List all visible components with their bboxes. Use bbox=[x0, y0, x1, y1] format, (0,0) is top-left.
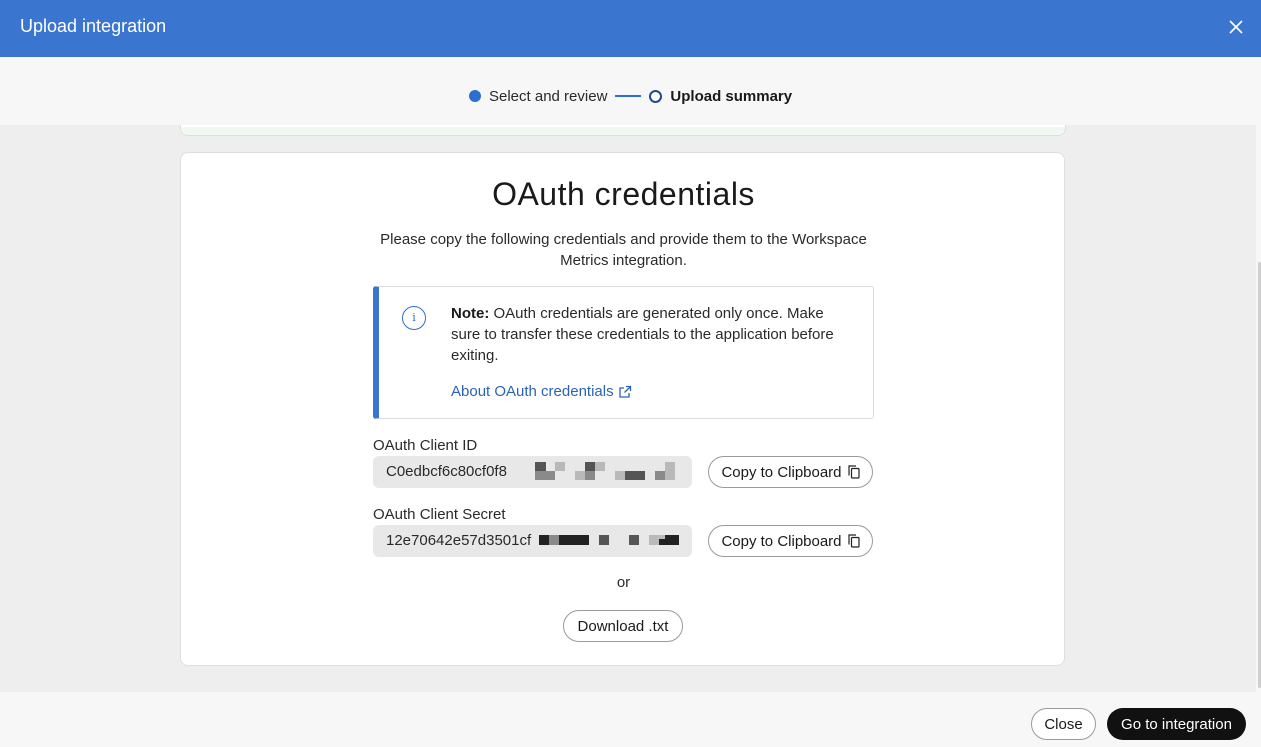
or-separator: or bbox=[616, 574, 631, 591]
step-connector bbox=[615, 95, 642, 97]
external-link-icon bbox=[618, 385, 631, 398]
client-secret-label: OAuth Client Secret bbox=[373, 506, 506, 523]
about-oauth-link[interactable]: About OAuth credentials bbox=[451, 383, 632, 400]
card-description: Please copy the following credentials an… bbox=[380, 231, 867, 269]
copy-client-id-button[interactable]: Copy to Clipboard bbox=[708, 456, 873, 488]
about-oauth-link-label: About OAuth credentials bbox=[451, 383, 614, 400]
stepper-bar: Select and review Upload summary bbox=[0, 57, 1261, 125]
dialog-title: Upload integration bbox=[20, 16, 167, 36]
info-icon: i bbox=[402, 306, 426, 330]
copy-icon bbox=[847, 534, 860, 548]
download-txt-label: Download .txt bbox=[577, 617, 669, 635]
note-text: Note: OAuth credentials are generated on… bbox=[451, 303, 851, 366]
progress-stepper: Select and review Upload summary bbox=[469, 86, 792, 106]
dialog-close-button[interactable] bbox=[1221, 14, 1251, 42]
dialog-header: Upload integration bbox=[0, 0, 1261, 57]
dialog-body[interactable]: OAuth credentials Please copy the follow… bbox=[0, 125, 1256, 692]
note-callout: i Note: OAuth credentials are generated … bbox=[373, 286, 874, 419]
close-button[interactable]: Close bbox=[1031, 708, 1096, 740]
download-txt-button[interactable]: Download .txt bbox=[563, 610, 683, 642]
client-secret-field[interactable]: 12e70642e57d3501cf bbox=[373, 525, 692, 557]
copy-client-secret-label: Copy to Clipboard bbox=[721, 532, 842, 550]
client-id-label: OAuth Client ID bbox=[373, 437, 478, 454]
copy-client-id-label: Copy to Clipboard bbox=[721, 463, 842, 481]
client-secret-value: 12e70642e57d3501cf bbox=[386, 532, 532, 549]
card-title: OAuth credentials bbox=[492, 176, 755, 212]
close-icon bbox=[1229, 20, 1243, 34]
close-button-label: Close bbox=[1044, 715, 1083, 733]
copy-icon bbox=[847, 465, 860, 479]
dialog-footer: Close Go to integration bbox=[0, 692, 1261, 747]
note-body: OAuth credentials are generated only onc… bbox=[451, 305, 834, 364]
copy-client-secret-button[interactable]: Copy to Clipboard bbox=[708, 525, 873, 557]
step-upload-summary: Upload summary bbox=[670, 87, 793, 105]
oauth-credentials-card: OAuth credentials Please copy the follow… bbox=[180, 152, 1065, 666]
step-select-and-review: Select and review bbox=[489, 87, 608, 105]
step-completed-icon bbox=[469, 90, 481, 102]
client-id-value: C0edbcf6c80cf0f8 bbox=[386, 463, 507, 480]
go-to-integration-button[interactable]: Go to integration bbox=[1107, 708, 1246, 740]
step-current-icon bbox=[649, 89, 663, 103]
client-id-field[interactable]: C0edbcf6c80cf0f8 bbox=[373, 456, 692, 488]
note-bold-label: Note: bbox=[451, 305, 490, 322]
previous-section-card bbox=[180, 125, 1066, 136]
go-to-integration-label: Go to integration bbox=[1121, 715, 1232, 733]
